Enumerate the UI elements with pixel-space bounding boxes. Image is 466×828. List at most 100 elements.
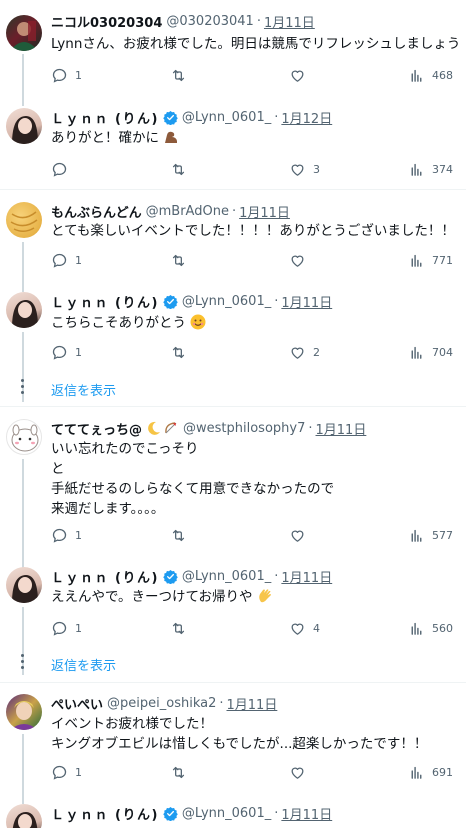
reply-button[interactable]: 1 bbox=[51, 344, 82, 361]
views-button[interactable]: 560 bbox=[408, 620, 453, 637]
show-replies-label[interactable]: 返信を表示 bbox=[51, 655, 116, 674]
tweet-date[interactable]: 1月11日 bbox=[281, 292, 332, 311]
views-button[interactable]: 374 bbox=[408, 161, 453, 178]
retweet-button[interactable] bbox=[170, 764, 187, 781]
avatar[interactable] bbox=[6, 419, 42, 455]
retweet-button[interactable] bbox=[170, 67, 187, 84]
tweet-actions: 1 4 560 bbox=[51, 620, 459, 638]
tweet-date[interactable]: 1月11日 bbox=[227, 694, 278, 713]
retweet-button[interactable] bbox=[170, 161, 187, 178]
author-handle[interactable]: @mBrAdOne bbox=[146, 204, 229, 219]
verified-badge-icon bbox=[163, 806, 178, 821]
avatar[interactable] bbox=[6, 108, 42, 144]
author-name[interactable]: Ｌｙｎｎ (りん) bbox=[51, 804, 159, 823]
author-handle[interactable]: @Lynn_0601_ bbox=[182, 294, 271, 309]
tweet-nikoru[interactable]: ニコル03020304 @030203041 · 1月11日 Lynnさん、お疲… bbox=[0, 12, 466, 106]
retweet-icon bbox=[172, 254, 185, 267]
author-name[interactable]: てててぇっち@ bbox=[51, 419, 142, 438]
like-button[interactable]: 2 bbox=[289, 344, 320, 361]
avatar[interactable] bbox=[6, 15, 42, 51]
avatar[interactable] bbox=[6, 694, 42, 730]
views-button[interactable]: 468 bbox=[408, 67, 453, 84]
tweet-teteteetchi[interactable]: てててぇっち@ @westphilosophy7 · 1月11日 いい忘れたので… bbox=[0, 419, 466, 571]
author-handle[interactable]: @030203041 bbox=[166, 14, 253, 29]
author-name[interactable]: Ｌｙｎｎ (りん) bbox=[51, 292, 159, 311]
author-handle[interactable]: @westphilosophy7 bbox=[183, 421, 305, 436]
view-count: 704 bbox=[432, 346, 453, 359]
avatar[interactable] bbox=[6, 567, 42, 603]
author-name[interactable]: もんぶらんどん bbox=[51, 202, 142, 221]
show-replies-link[interactable]: 返信を表示 bbox=[0, 373, 466, 403]
tweet-date[interactable]: 1月12日 bbox=[281, 108, 332, 127]
heart-icon bbox=[291, 623, 304, 635]
tweet-date[interactable]: 1月11日 bbox=[281, 567, 332, 586]
author-name[interactable]: Ｌｙｎｎ (りん) bbox=[51, 108, 159, 127]
like-count: 4 bbox=[313, 622, 320, 635]
views-button[interactable]: 691 bbox=[408, 764, 453, 781]
thread-line bbox=[22, 242, 24, 292]
tweet-peipei[interactable]: ぺいぺい @peipei_oshika2 · 1月11日 イベントお疲れ様でした… bbox=[0, 694, 466, 804]
tweet-actions: 1 468 bbox=[51, 67, 459, 85]
like-button[interactable] bbox=[289, 764, 313, 781]
author-name[interactable]: ぺいぺい bbox=[51, 694, 103, 713]
tweet-lynn-reply-3[interactable]: Ｌｙｎｎ (りん) @Lynn_0601_ · 1月11日 ええんやで。きーつけ… bbox=[0, 567, 466, 675]
views-button[interactable]: 577 bbox=[408, 527, 453, 544]
author-handle[interactable]: @Lynn_0601_ bbox=[182, 569, 271, 584]
tweet-text: Lynnさん、お疲れ様でした。明日は競馬でリフレッシュしましょう bbox=[51, 36, 461, 52]
avatar[interactable] bbox=[6, 804, 42, 828]
reply-button[interactable]: 1 bbox=[51, 252, 82, 269]
tweet-date[interactable]: 1月11日 bbox=[281, 804, 332, 823]
tweet-date[interactable]: 1月11日 bbox=[264, 12, 315, 31]
show-replies-label[interactable]: 返信を表示 bbox=[51, 380, 116, 399]
like-count: 3 bbox=[313, 163, 320, 176]
reply-button[interactable]: 1 bbox=[51, 764, 82, 781]
like-button[interactable] bbox=[289, 252, 313, 269]
views-button[interactable]: 704 bbox=[408, 344, 453, 361]
reply-icon bbox=[52, 162, 67, 177]
tweet-lynn-reply-2[interactable]: Ｌｙｎｎ (りん) @Lynn_0601_ · 1月11日 こちらこそありがとう… bbox=[0, 292, 466, 402]
reply-button[interactable]: 1 bbox=[51, 620, 82, 637]
views-icon bbox=[411, 69, 422, 82]
tweet-lynn-reply-4[interactable]: Ｌｙｎｎ (りん) @Lynn_0601_ · 1月11日 bbox=[0, 804, 466, 828]
author-handle[interactable]: @Lynn_0601_ bbox=[182, 110, 271, 125]
retweet-button[interactable] bbox=[170, 620, 187, 637]
retweet-button[interactable] bbox=[170, 344, 187, 361]
ellipsis-vertical-icon bbox=[21, 379, 25, 397]
tweet-lynn-reply-1[interactable]: Ｌｙｎｎ (りん) @Lynn_0601_ · 1月12日 ありがと！確かに 3 bbox=[0, 108, 466, 188]
ellipsis-vertical-icon bbox=[21, 654, 25, 672]
retweet-button[interactable] bbox=[170, 527, 187, 544]
thread-line bbox=[22, 459, 24, 571]
reply-count: 1 bbox=[75, 254, 82, 267]
views-icon bbox=[411, 254, 422, 267]
retweet-icon bbox=[172, 69, 185, 82]
tweet-text: ありがと！確かに bbox=[51, 128, 179, 148]
views-button[interactable]: 771 bbox=[408, 252, 453, 269]
tweet-text: とても楽しいイベントでした！！！！ありがとうございました！！ bbox=[51, 223, 455, 239]
reply-button[interactable] bbox=[51, 161, 75, 178]
tweet-monburandon[interactable]: もんぶらんどん @mBrAdOne · 1月11日 とても楽しいイベントでした！… bbox=[0, 202, 466, 292]
avatar[interactable] bbox=[6, 202, 42, 238]
author-handle[interactable]: @Lynn_0601_ bbox=[182, 806, 271, 821]
author-name[interactable]: Ｌｙｎｎ (りん) bbox=[51, 567, 159, 586]
avatar[interactable] bbox=[6, 292, 42, 328]
retweet-icon bbox=[172, 163, 185, 176]
tweet-text: イベントお疲れ様でした！ キングオブエビルは惜しくもでしたが...超楽しかったで… bbox=[51, 716, 428, 752]
heart-icon bbox=[291, 164, 304, 176]
like-button[interactable] bbox=[289, 67, 313, 84]
tweet-date[interactable]: 1月11日 bbox=[316, 419, 367, 438]
like-button[interactable] bbox=[289, 527, 313, 544]
reply-button[interactable]: 1 bbox=[51, 67, 82, 84]
like-button[interactable]: 4 bbox=[289, 620, 320, 637]
retweet-button[interactable] bbox=[170, 252, 187, 269]
show-replies-link[interactable]: 返信を表示 bbox=[0, 648, 466, 678]
like-button[interactable]: 3 bbox=[289, 161, 320, 178]
reply-count: 1 bbox=[75, 346, 82, 359]
reply-count: 1 bbox=[75, 69, 82, 82]
crescent-moon-emoji-icon bbox=[148, 421, 161, 435]
author-handle[interactable]: @peipei_oshika2 bbox=[107, 696, 216, 711]
tweet-date[interactable]: 1月11日 bbox=[239, 202, 290, 221]
reply-count: 1 bbox=[75, 529, 82, 542]
author-name[interactable]: ニコル03020304 bbox=[51, 12, 162, 31]
reply-button[interactable]: 1 bbox=[51, 527, 82, 544]
heart-icon bbox=[291, 347, 304, 359]
